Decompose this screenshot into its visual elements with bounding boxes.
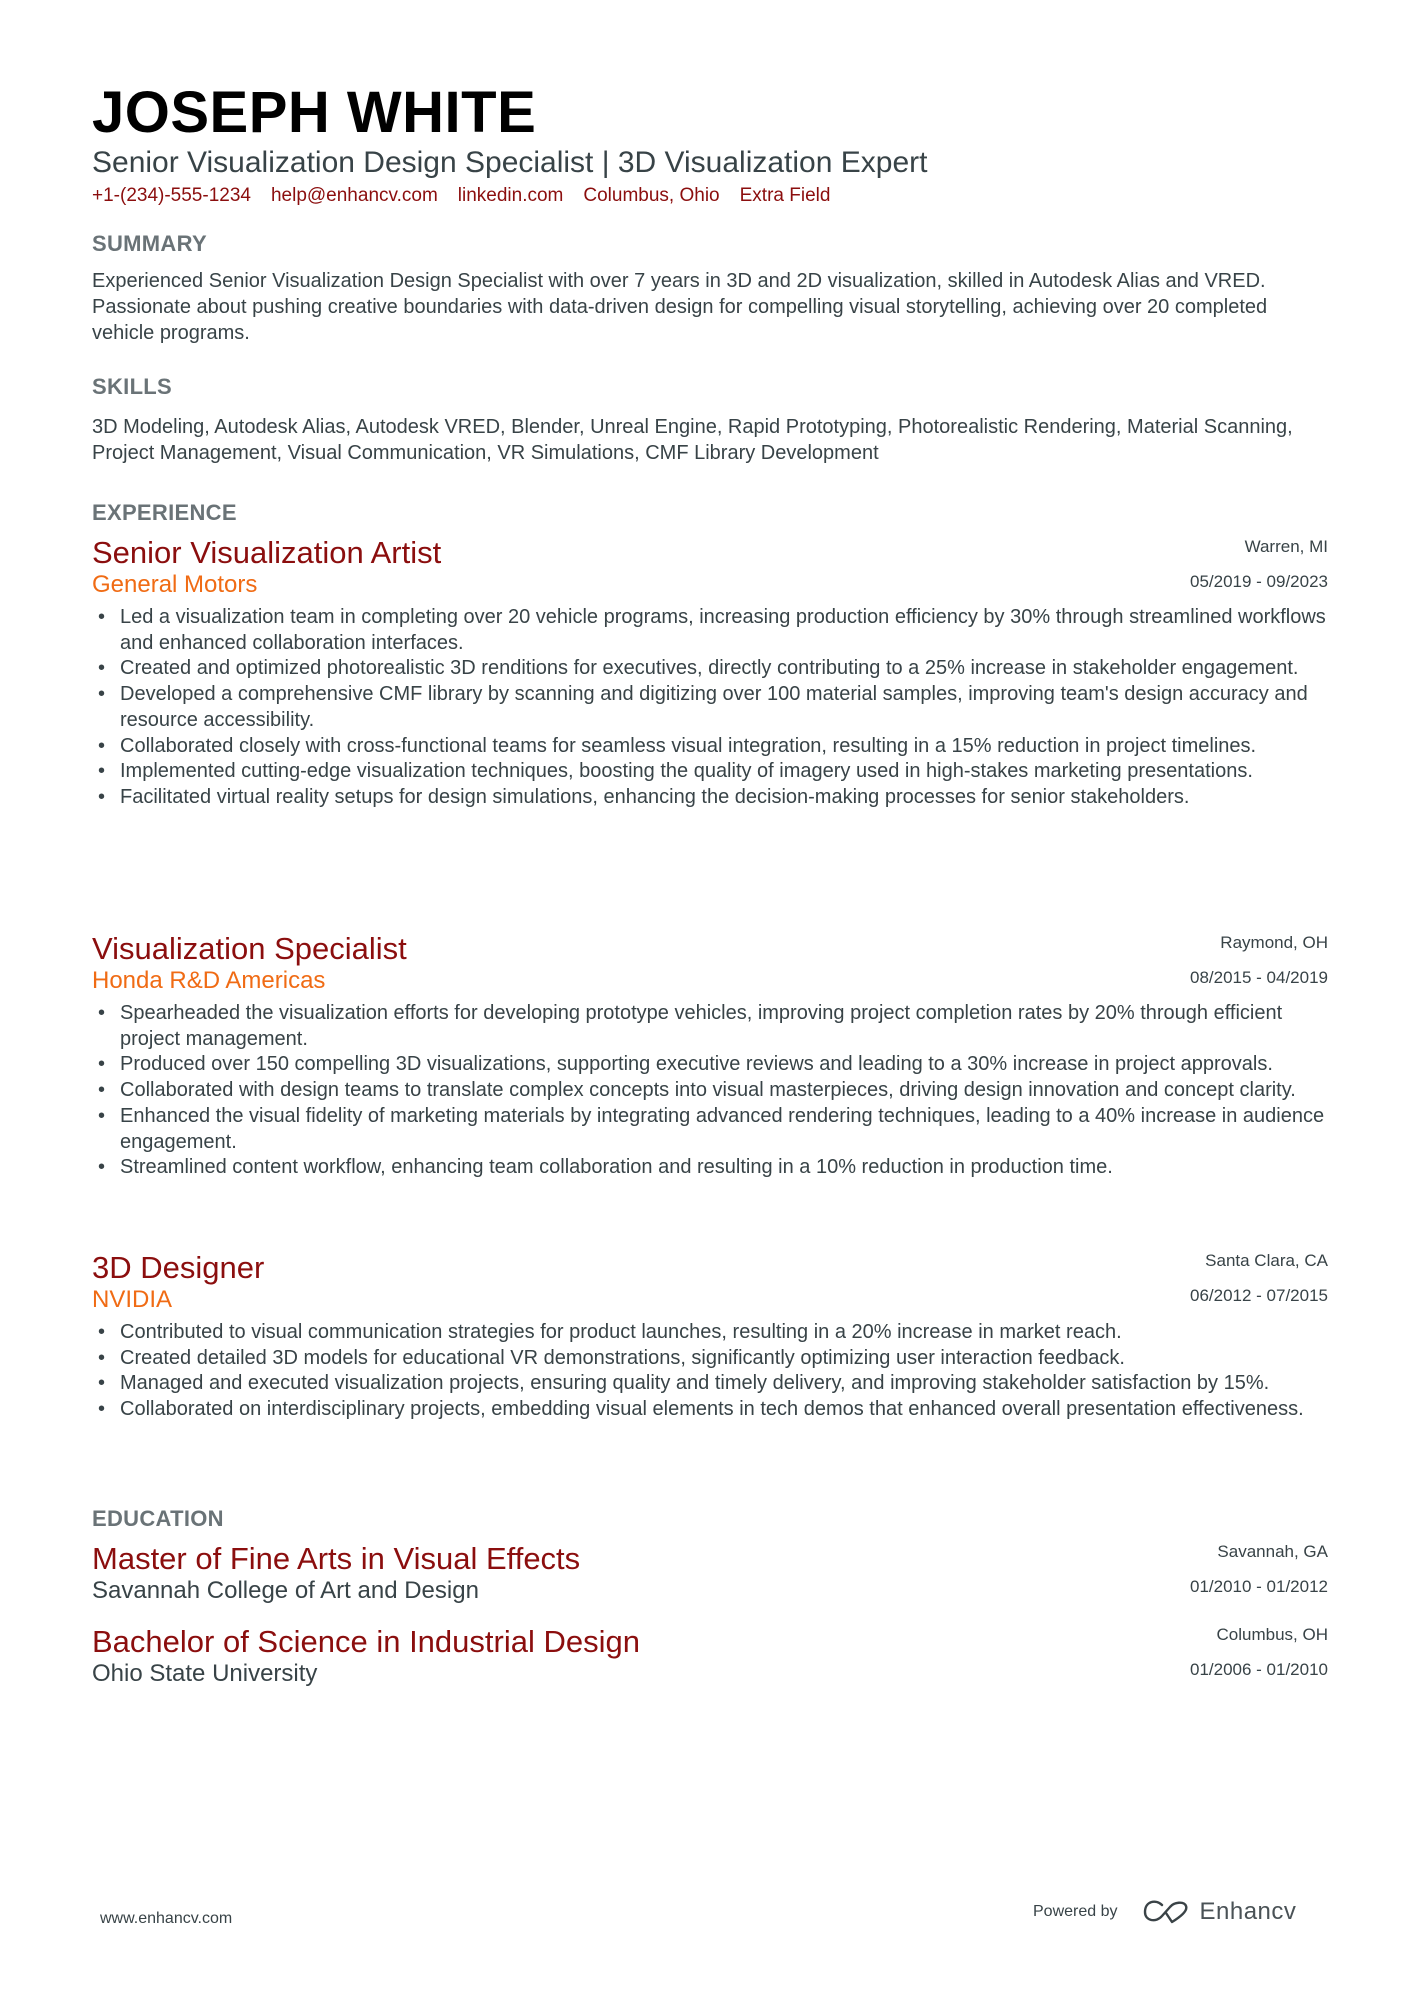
contact-extra: Extra Field	[739, 185, 831, 206]
job-bullet: Created detailed 3D models for education…	[92, 1346, 1328, 1372]
job-dates: 08/2015 - 04/2019	[1189, 968, 1328, 987]
contact-list: +1-(234)-555-1234 help@enhancv.com linke…	[92, 184, 830, 208]
contact-location: Columbus, Ohio	[583, 185, 720, 206]
skills-text: 3D Modeling, Autodesk Alias, Autodesk VR…	[92, 416, 1293, 464]
job-bullet: Managed and executed visualization proje…	[92, 1371, 1328, 1397]
degree-title: Master of Fine Arts in Visual Effects	[92, 1541, 581, 1576]
job-bullet: Collaborated with design teams to transl…	[92, 1078, 1328, 1104]
footer-website-link[interactable]: www.enhancv.com	[100, 1910, 232, 1928]
job-location: Warren, MI	[1244, 537, 1328, 556]
school-name: Ohio State University	[92, 1660, 318, 1687]
degree-title: Bachelor of Science in Industrial Design	[92, 1624, 640, 1659]
brand-link[interactable]: Enhancv	[1142, 1898, 1297, 1926]
job-dates: 06/2012 - 07/2015	[1189, 1286, 1328, 1305]
candidate-headline: Senior Visualization Design Specialist |…	[92, 146, 928, 179]
education-dates: 01/2006 - 01/2010	[1189, 1660, 1328, 1679]
experience-entry: 3D Designer NVIDIA Santa Clara, CA 06/20…	[92, 1250, 1328, 1423]
job-bullet: Created and optimized photorealistic 3D …	[92, 656, 1328, 682]
job-bullet: Developed a comprehensive CMF library by…	[92, 682, 1328, 733]
job-company: Honda R&D Americas	[92, 967, 326, 994]
education-location: Columbus, OH	[1216, 1625, 1328, 1644]
footer-branding: Powered by Enhancv	[1033, 1898, 1296, 1926]
job-bullet: Enhanced the visual fidelity of marketin…	[92, 1104, 1328, 1155]
powered-by-label: Powered by	[1033, 1903, 1118, 1920]
job-bullets: Led a visualization team in completing o…	[92, 605, 1328, 811]
candidate-name: JOSEPH WHITE	[92, 80, 537, 145]
education-dates: 01/2010 - 01/2012	[1189, 1577, 1328, 1596]
education-entry: Master of Fine Arts in Visual Effects Sa…	[92, 1541, 1328, 1606]
summary-heading: SUMMARY	[92, 231, 207, 256]
job-bullet: Collaborated closely with cross-function…	[92, 734, 1328, 760]
contact-linkedin[interactable]: linkedin.com	[458, 184, 564, 208]
job-bullet: Facilitated virtual reality setups for d…	[92, 785, 1328, 811]
job-bullet: Led a visualization team in completing o…	[92, 605, 1328, 656]
education-entry: Bachelor of Science in Industrial Design…	[92, 1624, 1328, 1689]
job-bullet: Produced over 150 compelling 3D visualiz…	[92, 1052, 1328, 1078]
enhancv-logo-icon	[1143, 1900, 1187, 1924]
contact-phone[interactable]: +1-(234)-555-1234	[92, 184, 251, 208]
brand-name: Enhancv	[1199, 1898, 1297, 1925]
job-bullet: Contributed to visual communication stra…	[92, 1320, 1328, 1346]
job-bullet: Streamlined content workflow, enhancing …	[92, 1155, 1328, 1181]
experience-entry: Senior Visualization Artist General Moto…	[92, 535, 1328, 811]
summary-text: Experienced Senior Visualization Design …	[92, 270, 1268, 344]
job-title: 3D Designer	[92, 1250, 265, 1285]
job-bullet: Spearheaded the visualization efforts fo…	[92, 1001, 1328, 1052]
job-location: Raymond, OH	[1220, 933, 1328, 952]
job-title: Visualization Specialist	[92, 931, 407, 966]
education-heading: EDUCATION	[92, 1506, 224, 1531]
job-dates: 05/2019 - 09/2023	[1189, 572, 1328, 591]
job-bullet: Implemented cutting-edge visualization t…	[92, 759, 1328, 785]
job-location: Santa Clara, CA	[1205, 1251, 1328, 1270]
skills-heading: SKILLS	[92, 374, 173, 399]
job-bullets: Contributed to visual communication stra…	[92, 1320, 1328, 1423]
education-location: Savannah, GA	[1217, 1542, 1328, 1561]
contact-email[interactable]: help@enhancv.com	[271, 184, 438, 208]
experience-entry: Visualization Specialist Honda R&D Ameri…	[92, 931, 1328, 1181]
school-name: Savannah College of Art and Design	[92, 1577, 479, 1604]
job-bullet: Collaborated on interdisciplinary projec…	[92, 1397, 1328, 1423]
job-bullets: Spearheaded the visualization efforts fo…	[92, 1001, 1328, 1181]
job-company: General Motors	[92, 571, 258, 598]
experience-heading: EXPERIENCE	[92, 500, 237, 525]
job-title: Senior Visualization Artist	[92, 535, 442, 570]
job-company: NVIDIA	[92, 1286, 173, 1313]
